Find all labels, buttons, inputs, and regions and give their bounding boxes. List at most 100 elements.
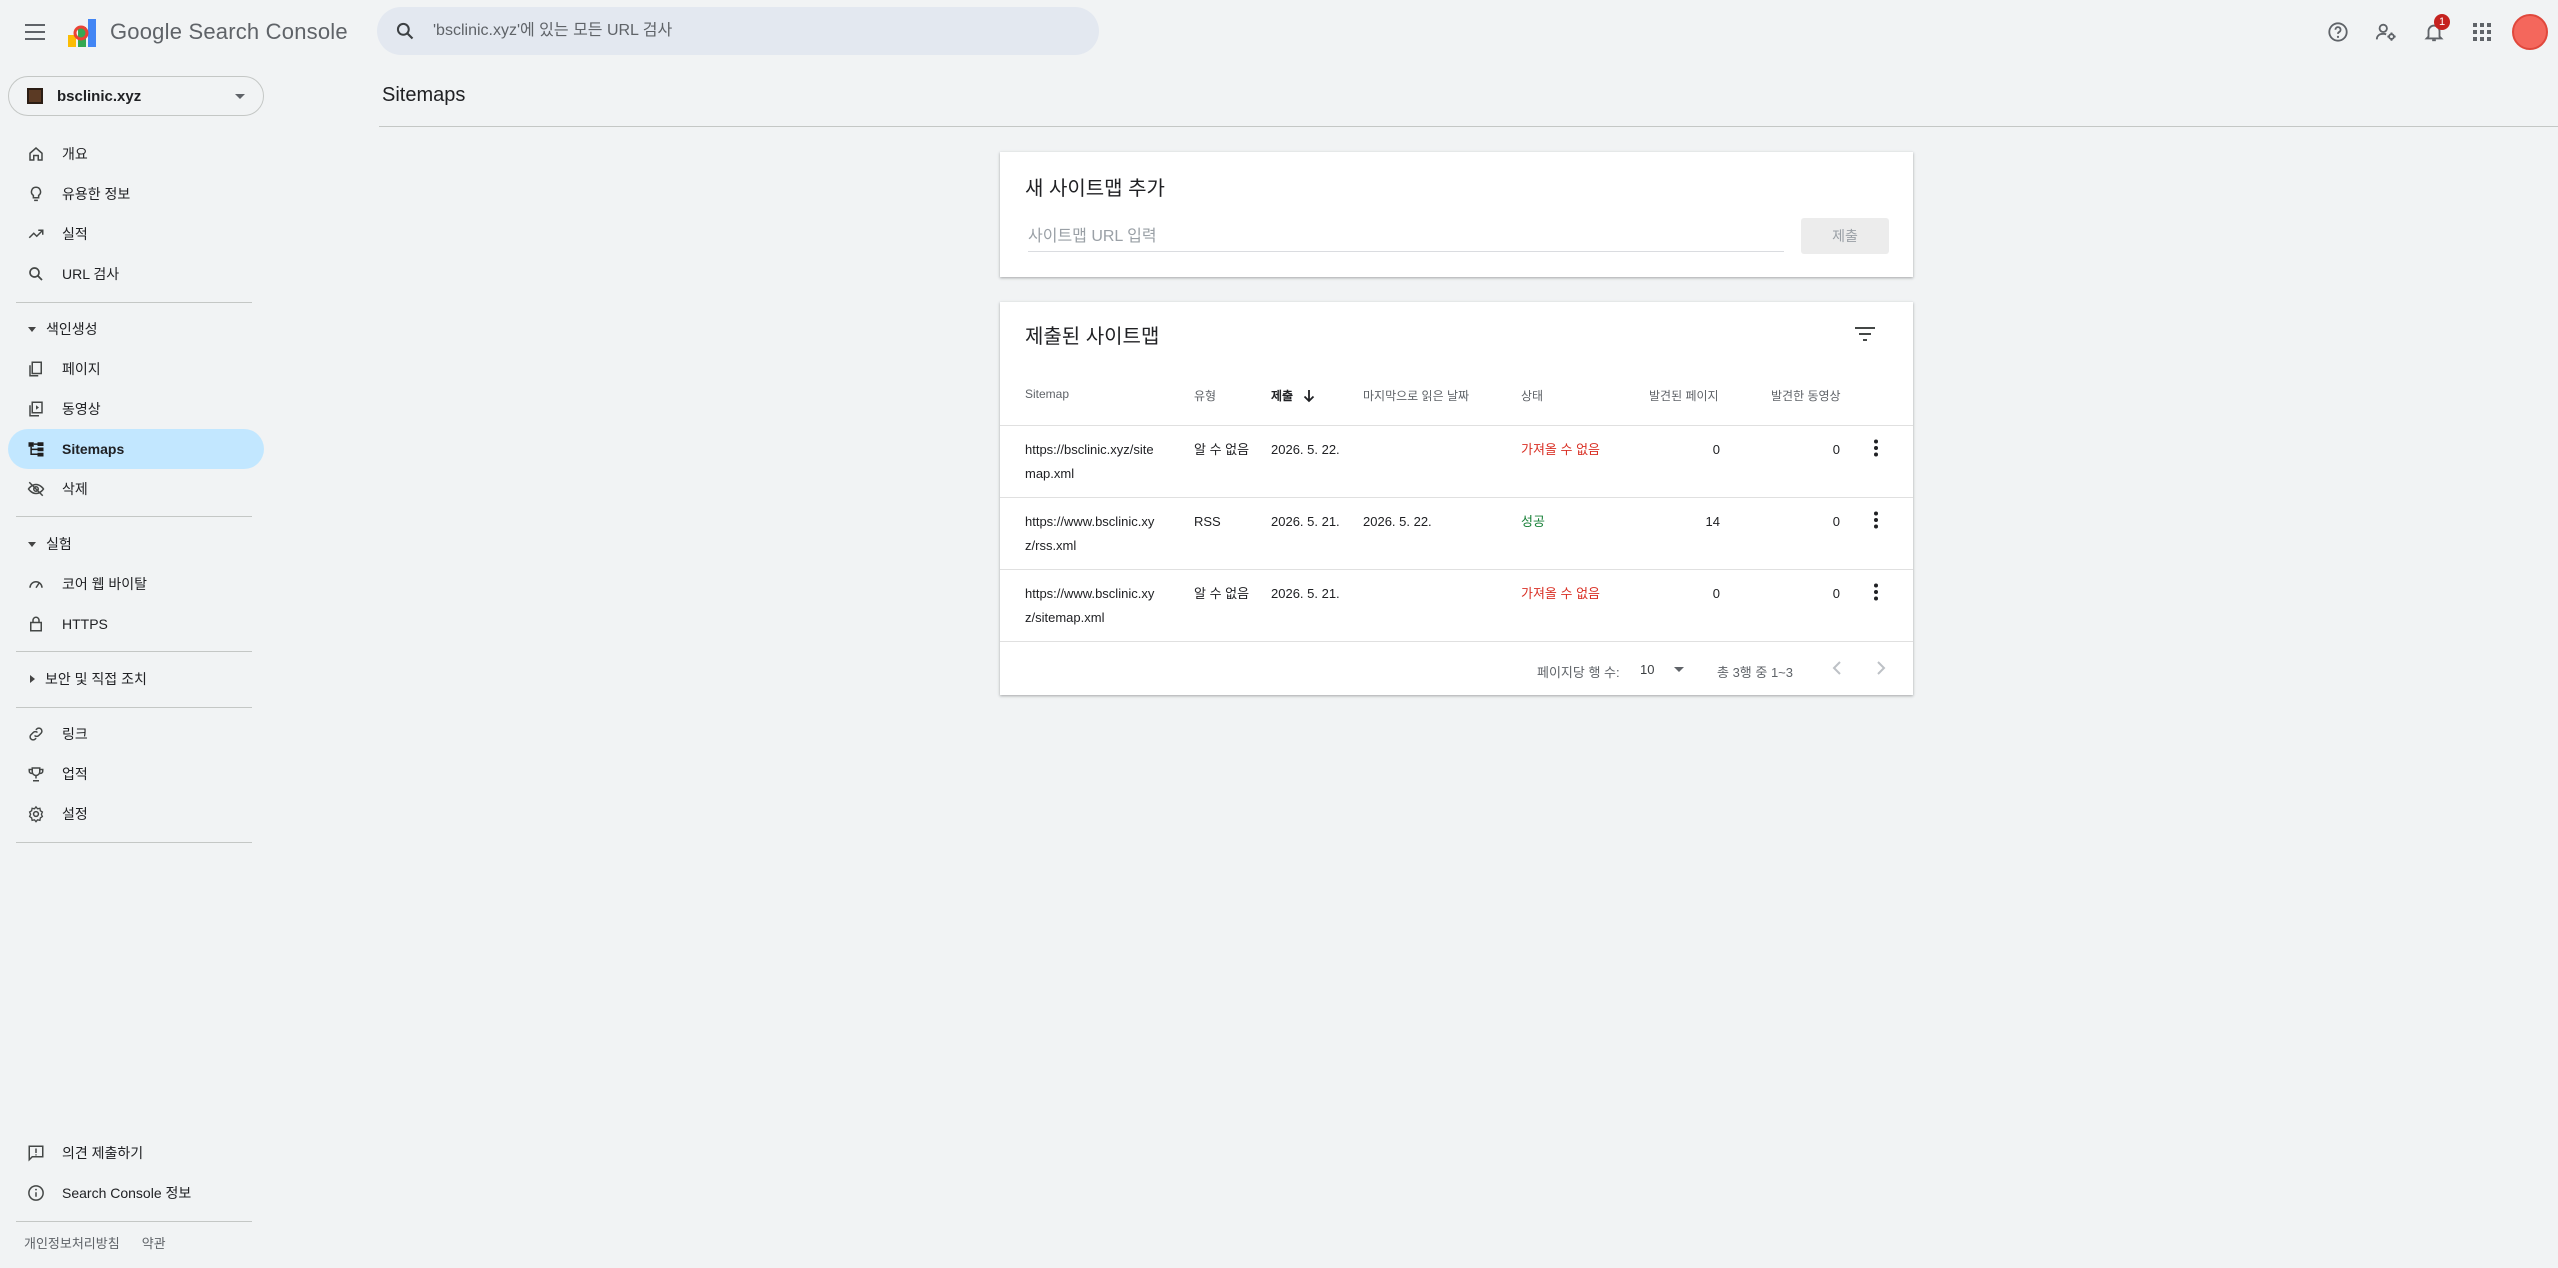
sitemap-url-input[interactable] bbox=[1028, 222, 1784, 252]
sidebar-section-security[interactable]: 보안 및 직접 조치 bbox=[24, 665, 147, 693]
gear-icon bbox=[26, 804, 46, 824]
table-pagination: 페이지당 행 수: 10 총 3행 중 1~3 bbox=[1000, 641, 1913, 695]
google-apps-button[interactable] bbox=[2462, 12, 2502, 52]
notification-badge: 1 bbox=[2434, 14, 2450, 30]
sidebar-item-overview[interactable]: 개요 bbox=[8, 134, 264, 174]
property-selector[interactable]: bsclinic.xyz bbox=[8, 76, 264, 116]
sidebar-item-about[interactable]: Search Console 정보 bbox=[8, 1173, 264, 1213]
type-cell: RSS bbox=[1194, 514, 1221, 529]
sidebar-item-label: 설정 bbox=[62, 806, 88, 822]
next-page-button[interactable] bbox=[1869, 656, 1893, 680]
sidebar-section-indexing[interactable]: 색인생성 bbox=[24, 315, 98, 343]
top-app-bar: Google Search Console 1 bbox=[0, 0, 2558, 64]
sidebar-item-sitemaps[interactable]: Sitemaps bbox=[8, 429, 264, 469]
sidebar-item-removals[interactable]: 삭제 bbox=[8, 469, 264, 509]
column-header-submitted[interactable]: 제출 bbox=[1271, 387, 1315, 404]
manage-users-button[interactable] bbox=[2366, 12, 2406, 52]
previous-page-button[interactable] bbox=[1825, 656, 1849, 680]
sidebar-item-insights[interactable]: 유용한 정보 bbox=[8, 174, 264, 214]
speed-icon bbox=[26, 574, 46, 594]
dropdown-caret-icon bbox=[235, 94, 245, 99]
sidebar-item-https[interactable]: HTTPS bbox=[8, 604, 264, 644]
section-label: 실험 bbox=[46, 536, 72, 552]
sidebar-section-experience[interactable]: 실험 bbox=[24, 530, 72, 558]
more-vert-icon bbox=[1874, 511, 1878, 529]
table-row[interactable]: https://www.bsclinic.xy z/rss.xml RSS 20… bbox=[1000, 497, 1913, 569]
app-title: Google Search Console bbox=[110, 19, 348, 44]
sidebar-item-links[interactable]: 링크 bbox=[8, 714, 264, 754]
chevron-right-icon bbox=[1877, 661, 1886, 675]
sidebar-item-label: Sitemaps bbox=[62, 441, 125, 457]
sidebar-divider bbox=[16, 1221, 252, 1222]
privacy-link[interactable]: 개인정보처리방침 bbox=[24, 1233, 120, 1252]
sidebar-item-achievements[interactable]: 업적 bbox=[8, 754, 264, 794]
column-header-discovered-videos[interactable]: 발견한 동영상 bbox=[1771, 387, 1841, 404]
sidebar-divider bbox=[16, 651, 252, 652]
sidebar-item-video-pages[interactable]: 동영상 bbox=[8, 389, 264, 429]
rows-per-page-select[interactable]: 10 bbox=[1640, 662, 1685, 677]
url-inspection-input[interactable] bbox=[433, 22, 1033, 40]
sidebar-divider bbox=[16, 707, 252, 708]
footer-links: 개인정보처리방침 약관 bbox=[24, 1233, 188, 1252]
column-header-last-read[interactable]: 마지막으로 읽은 날짜 bbox=[1363, 387, 1469, 404]
pages-icon bbox=[26, 359, 46, 379]
title-divider bbox=[379, 126, 2558, 127]
row-menu-button[interactable] bbox=[1864, 434, 1888, 462]
info-icon bbox=[26, 1183, 46, 1203]
table-row[interactable]: https://bsclinic.xyz/site map.xml 알 수 없음… bbox=[1000, 425, 1913, 497]
page-title: Sitemaps bbox=[382, 84, 466, 106]
column-header-discovered-pages[interactable]: 발견된 페이지 bbox=[1649, 387, 1719, 404]
sidebar-item-label: Search Console 정보 bbox=[62, 1185, 192, 1201]
table-row[interactable]: https://www.bsclinic.xy z/sitemap.xml 알 … bbox=[1000, 569, 1913, 641]
hamburger-menu-icon bbox=[25, 24, 45, 40]
column-header-status[interactable]: 상태 bbox=[1521, 387, 1543, 404]
column-header-sitemap[interactable]: Sitemap bbox=[1025, 387, 1069, 401]
sidebar-item-feedback[interactable]: 의견 제출하기 bbox=[8, 1133, 264, 1173]
sidebar-item-label: 삭제 bbox=[62, 481, 88, 497]
column-header-label: 제출 bbox=[1271, 389, 1294, 403]
trophy-icon bbox=[26, 764, 46, 784]
submitted-sitemaps-card: 제출된 사이트맵 Sitemap 유형 제출 마지막으로 읽은 날짜 상태 발견… bbox=[1000, 302, 1913, 695]
sidebar-item-performance[interactable]: 실적 bbox=[8, 214, 264, 254]
sidebar-item-pages[interactable]: 페이지 bbox=[8, 349, 264, 389]
collapse-arrow-icon bbox=[28, 541, 36, 547]
sidebar-item-settings[interactable]: 설정 bbox=[8, 794, 264, 834]
sidebar-divider bbox=[16, 842, 252, 843]
apps-grid-icon bbox=[2473, 23, 2491, 41]
row-menu-button[interactable] bbox=[1864, 506, 1888, 534]
add-sitemap-card: 새 사이트맵 추가 제출 bbox=[1000, 152, 1913, 277]
link-icon bbox=[26, 724, 46, 744]
sidebar-item-label: 의견 제출하기 bbox=[62, 1145, 144, 1161]
help-button[interactable] bbox=[2318, 12, 2358, 52]
video-pages-icon bbox=[26, 399, 46, 419]
account-avatar[interactable] bbox=[2512, 14, 2548, 50]
sidebar-item-core-web-vitals[interactable]: 코어 웹 바이탈 bbox=[8, 564, 264, 604]
sidebar-item-url-inspection[interactable]: URL 검사 bbox=[8, 254, 264, 294]
main-menu-button[interactable] bbox=[18, 14, 54, 50]
submit-sitemap-button[interactable]: 제출 bbox=[1801, 218, 1889, 254]
top-actions: 1 bbox=[2310, 12, 2548, 52]
add-sitemap-title: 새 사이트맵 추가 bbox=[1025, 178, 1165, 200]
sidebar-item-label: 페이지 bbox=[62, 361, 101, 377]
search-console-logo[interactable]: Google Search Console bbox=[66, 14, 348, 50]
person-settings-icon bbox=[2375, 23, 2396, 41]
sidebar-item-label: 개요 bbox=[62, 146, 88, 162]
url-inspection-search[interactable] bbox=[377, 7, 1099, 55]
dropdown-arrow-icon bbox=[1674, 667, 1685, 672]
row-menu-button[interactable] bbox=[1864, 578, 1888, 606]
submitted-date-cell: 2026. 5. 22. bbox=[1271, 442, 1340, 457]
rows-per-page-value: 10 bbox=[1640, 662, 1655, 677]
terms-link[interactable]: 약관 bbox=[142, 1233, 166, 1252]
status-cell: 가져올 수 없음 bbox=[1521, 586, 1600, 601]
notifications-button[interactable]: 1 bbox=[2414, 12, 2454, 52]
filter-button[interactable] bbox=[1851, 320, 1879, 348]
expand-arrow-icon bbox=[30, 675, 35, 683]
trending-up-icon bbox=[26, 224, 46, 244]
property-favicon bbox=[27, 88, 43, 104]
more-vert-icon bbox=[1874, 439, 1878, 457]
removal-icon bbox=[26, 479, 46, 499]
column-header-type[interactable]: 유형 bbox=[1194, 387, 1216, 404]
submitted-date-cell: 2026. 5. 21. bbox=[1271, 514, 1340, 529]
type-cell: 알 수 없음 bbox=[1194, 586, 1250, 601]
search-icon bbox=[26, 264, 46, 284]
